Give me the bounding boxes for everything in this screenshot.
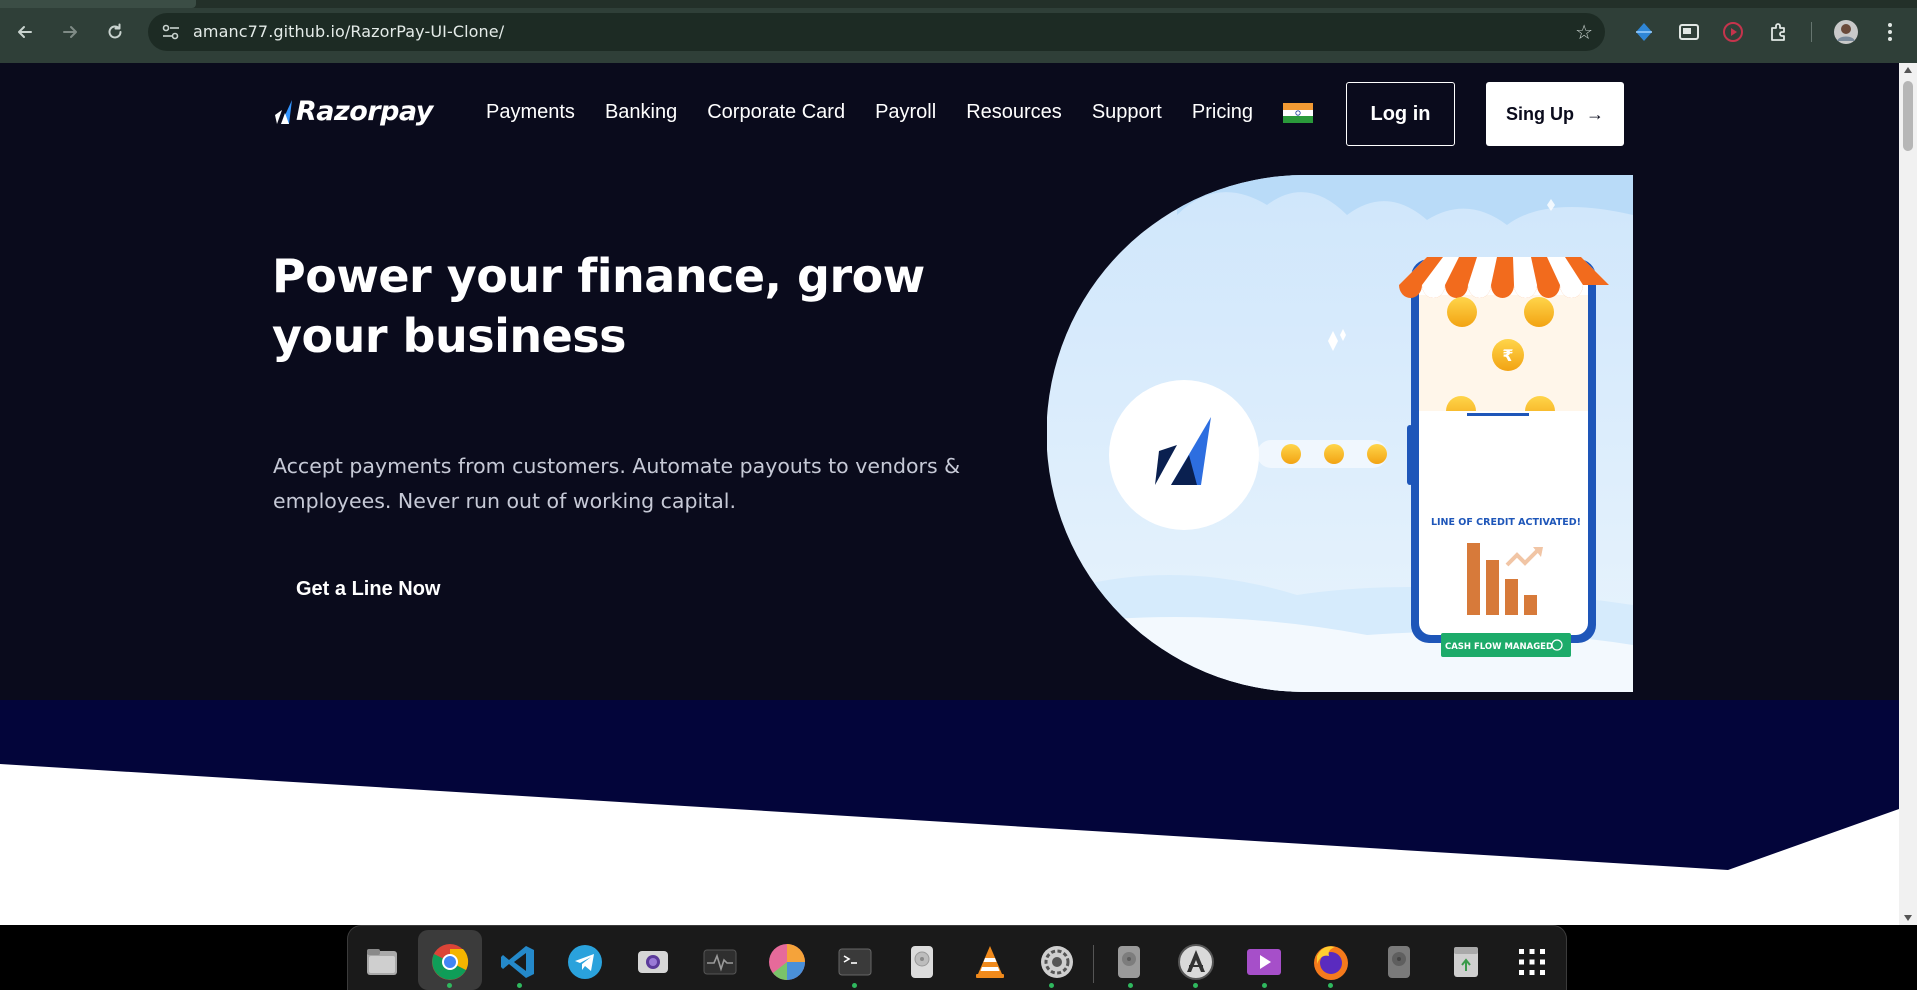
- url-text[interactable]: amanc77.github.io/RazorPay-UI-Clone/: [193, 22, 504, 41]
- nav-support[interactable]: Support: [1092, 101, 1162, 124]
- terminal-icon[interactable]: [834, 941, 876, 983]
- site-settings-icon[interactable]: [160, 22, 182, 42]
- reload-button[interactable]: [100, 17, 130, 47]
- browser-toolbar: amanc77.github.io/RazorPay-UI-Clone/ ☆: [0, 0, 1917, 63]
- active-tab-edge[interactable]: [0, 0, 196, 8]
- screenshot-icon[interactable]: [632, 941, 674, 983]
- kebab-menu-icon[interactable]: [1878, 20, 1902, 44]
- arrow-left-icon: [18, 26, 32, 38]
- login-label: Log in: [1370, 102, 1431, 125]
- section-divider-band: [0, 700, 1899, 925]
- telegram-icon[interactable]: [564, 941, 606, 983]
- main-nav: Payments Banking Corporate Card Payroll …: [486, 101, 1283, 124]
- running-indicator: [852, 983, 857, 988]
- razorpay-logo[interactable]: Razorpay: [272, 96, 433, 127]
- nav-pricing[interactable]: Pricing: [1192, 101, 1253, 124]
- scroll-thumb[interactable]: [1903, 81, 1913, 151]
- star-icon[interactable]: ☆: [1575, 20, 1593, 44]
- vlc-icon[interactable]: [969, 941, 1011, 983]
- phone-badge-text: CASH FLOW MANAGED: [1445, 642, 1553, 652]
- address-bar[interactable]: amanc77.github.io/RazorPay-UI-Clone/ ☆: [148, 13, 1605, 51]
- settings-icon[interactable]: [1036, 941, 1078, 983]
- media-player-icon[interactable]: [1243, 941, 1285, 983]
- phone-banner-text: LINE OF CREDIT ACTIVATED!: [1431, 517, 1581, 528]
- profile-avatar[interactable]: [1833, 19, 1859, 45]
- nav-payroll[interactable]: Payroll: [875, 101, 936, 124]
- logo-text: Razorpay: [296, 96, 433, 127]
- dock-divider: [1093, 945, 1094, 983]
- svg-text:₹: ₹: [1502, 346, 1513, 365]
- scroll-up-arrow-icon[interactable]: [1904, 67, 1912, 73]
- disks-icon[interactable]: [901, 941, 943, 983]
- vertical-scrollbar[interactable]: [1899, 63, 1917, 925]
- running-indicator: [1328, 983, 1333, 988]
- toolbar-divider: [1811, 22, 1812, 42]
- picture-in-picture-icon[interactable]: [1677, 20, 1701, 44]
- extension-diamond-icon[interactable]: [1632, 20, 1656, 44]
- record-icon[interactable]: [1721, 20, 1745, 44]
- hero-title: Power your finance, grow your business: [272, 249, 925, 363]
- hero-illustration: ₹ LINE OF CREDIT ACTIVATED! CASH FLOW MA…: [1047, 175, 1633, 692]
- running-indicator: [1128, 983, 1133, 988]
- signup-button[interactable]: Sing Up →: [1486, 82, 1624, 146]
- nav-banking[interactable]: Banking: [605, 101, 677, 124]
- razorpay-logo-icon: [275, 99, 292, 124]
- nav-payments[interactable]: Payments: [486, 101, 575, 124]
- scroll-down-arrow-icon[interactable]: [1904, 915, 1912, 921]
- files-icon[interactable]: [361, 941, 403, 983]
- drive-2-icon[interactable]: [1378, 941, 1420, 983]
- india-flag-icon[interactable]: [1283, 103, 1313, 123]
- signup-label: Sing Up: [1506, 103, 1574, 124]
- nav-corporate-card[interactable]: Corporate Card: [707, 101, 845, 124]
- firefox-icon[interactable]: [1310, 941, 1352, 983]
- nav-resources[interactable]: Resources: [966, 101, 1062, 124]
- arrow-right-icon: [63, 26, 77, 38]
- trash-icon[interactable]: [1445, 941, 1487, 983]
- get-line-button[interactable]: Get a Line Now: [296, 578, 440, 601]
- login-button[interactable]: Log in: [1346, 82, 1455, 146]
- drive-icon[interactable]: [1108, 941, 1150, 983]
- hero-subtitle: Accept payments from customers. Automate…: [273, 454, 961, 513]
- page-viewport: Razorpay Payments Banking Corporate Card…: [0, 63, 1899, 925]
- hero-section: Razorpay Payments Banking Corporate Card…: [0, 63, 1899, 700]
- software-updater-icon[interactable]: [1175, 941, 1217, 983]
- vscode-icon[interactable]: [497, 941, 539, 983]
- arrow-right-icon: →: [1586, 103, 1604, 124]
- running-indicator: [1262, 983, 1267, 988]
- running-indicator: [517, 983, 522, 988]
- back-button[interactable]: [10, 17, 40, 47]
- disk-usage-icon[interactable]: [766, 941, 808, 983]
- reload-icon: [108, 23, 122, 39]
- system-monitor-icon[interactable]: [699, 941, 741, 983]
- app-grid-icon[interactable]: [1511, 941, 1553, 983]
- tab-strip: [0, 0, 1917, 8]
- running-indicator: [1049, 983, 1054, 988]
- running-indicator: [447, 983, 452, 988]
- puzzle-icon[interactable]: [1767, 20, 1791, 44]
- running-indicator: [1193, 983, 1198, 988]
- forward-button[interactable]: [55, 17, 85, 47]
- chrome-icon[interactable]: [429, 941, 471, 983]
